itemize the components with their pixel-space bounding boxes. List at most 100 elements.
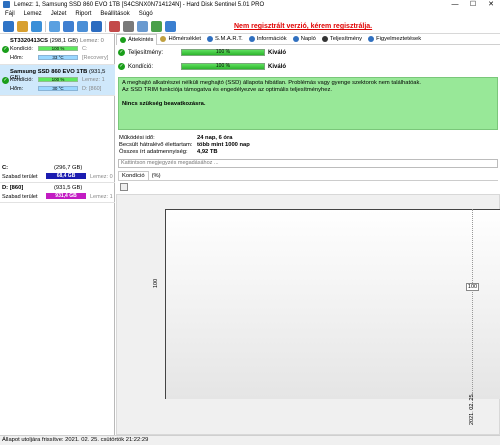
partition-label: D: [860] [82, 86, 102, 92]
free-space-bar: 931,4 GB [46, 193, 86, 199]
tab-bar: Áttekintés Hőmérséklet S.M.A.R.T. Inform… [116, 33, 500, 45]
disk-label: Lemez: 0 [80, 38, 104, 44]
stat-row: Összes írt adatmennyiség: 4,92 TB [119, 149, 419, 156]
stat-label: Működési idő: [119, 135, 155, 141]
tab-performance[interactable]: Teljesítmény [319, 34, 365, 45]
app-icon [3, 1, 10, 8]
menu-file[interactable]: Fájl [5, 11, 15, 17]
menu-help[interactable]: Súgó [139, 11, 153, 17]
meter-status: Kiváló [268, 50, 287, 56]
status-message-line: Az SSD TRIM funkciója támogatva és enged… [122, 87, 332, 93]
check-icon: ✓ [118, 63, 125, 70]
performance-meter: ✓ Teljesítmény: 100 % Kiváló [116, 47, 500, 59]
check-icon: ✓ [2, 46, 9, 53]
toolbar-divider [105, 20, 106, 32]
volume-name: C: [2, 165, 9, 171]
menu-disk[interactable]: Lemez [24, 11, 42, 17]
status-message-line: A meghajtó alkatrészei nélküli meghajtó … [122, 80, 422, 86]
details-panel: Áttekintés Hőmérséklet S.M.A.R.T. Inform… [116, 33, 500, 435]
volume-item[interactable]: D: [860] (931,5 GB) Szabad terület 931,4… [0, 183, 115, 203]
disk-size: (298,1 GB) [49, 38, 79, 44]
stat-label: Becsült hátralévő élettartam: [119, 142, 193, 148]
disk-list-panel: ST3320413CS (298,1 GB) Lemez: 0 ✓ Kondíc… [0, 34, 115, 435]
tab-label: S.M.A.R.T. [215, 36, 243, 42]
volume-size: (931,5 GB) [54, 185, 83, 191]
tools-icon[interactable] [123, 20, 134, 32]
disk-model: ST3320413CS [10, 38, 49, 44]
x-gridline [472, 209, 473, 409]
check-icon: ✓ [118, 49, 125, 56]
volume-name: D: [860] [2, 185, 24, 191]
stats: Működési idő: 24 nap, 6 óra Becsült hátra… [119, 135, 419, 156]
menu-report[interactable]: Riport [75, 11, 91, 17]
free-space-label: Szabad terület [2, 174, 38, 180]
alert-icon[interactable] [63, 20, 74, 32]
toolbar-divider [45, 20, 46, 32]
close-button[interactable]: ✕ [482, 0, 500, 9]
tab-temperature[interactable]: Hőmérséklet [157, 34, 204, 45]
x-axis-tick: 2021. 02. 25. [469, 392, 475, 425]
tab-label: Hőmérséklet [168, 36, 202, 42]
tab-log[interactable]: Napló [290, 34, 319, 45]
menu-settings[interactable]: Beállítások [100, 11, 129, 17]
menu-bar: Fájl Lemez Jelzet Riport Beállítások Súg… [0, 9, 500, 19]
tab-overview[interactable]: Áttekintés [116, 33, 158, 45]
volume-disk: Lemez: 1 [90, 194, 113, 200]
chart-unit: (%) [151, 172, 161, 179]
disk-item-selected[interactable]: Samsung SSD 860 EVO 1TB (931,5 GB) ✓ Kon… [0, 65, 115, 96]
stat-row: Becsült hátralévő élettartam: több mint 1… [119, 142, 419, 149]
meter-bar: 100 % [181, 63, 265, 70]
comment-input[interactable]: Kattintson megjegyzés megadásához ... [118, 159, 498, 168]
tab-label: Információk [256, 36, 287, 42]
tab-label: Áttekintés [128, 36, 154, 43]
volume-list: C: (296,7 GB) Szabad terület 68,4 GB Lem… [0, 163, 115, 203]
temp-bar: 30 °C [38, 86, 78, 91]
web-icon[interactable] [91, 20, 102, 32]
check-icon: ✓ [2, 77, 9, 84]
menu-view[interactable]: Jelzet [51, 11, 67, 17]
overview-icon [120, 36, 126, 43]
temperature-toolbar-icon[interactable] [109, 20, 120, 32]
meter-bar: 100 % [181, 49, 265, 56]
temperature-icon [160, 36, 167, 42]
meter-status: Kiváló [268, 64, 287, 70]
tab-label: Teljesítmény [329, 36, 363, 42]
smart-icon [207, 36, 214, 42]
tab-label: Napló [300, 36, 316, 42]
stat-label: Összes írt adatmennyiség: [119, 149, 188, 155]
disk-model: Samsung SSD 860 EVO 1TB [10, 69, 88, 75]
condition-label: Kondíció: [10, 46, 33, 52]
tab-info[interactable]: Információk [246, 34, 290, 45]
stat-row: Működési idő: 24 nap, 6 óra [119, 135, 419, 142]
partition-label: C: [82, 46, 88, 52]
stat-value: több mint 1000 nap [197, 142, 250, 148]
disk-item[interactable]: ST3320413CS (298,1 GB) Lemez: 0 ✓ Kondíc… [0, 34, 115, 65]
settings-icon[interactable] [49, 20, 60, 32]
tab-condition-chart[interactable]: Kondíció [118, 171, 149, 180]
refresh-icon[interactable] [3, 20, 14, 32]
save-chart-icon[interactable] [120, 183, 128, 191]
disk-icon[interactable] [137, 20, 148, 32]
maximize-button[interactable]: ☐ [464, 0, 482, 9]
action-message: Nincs szükség beavatkozásra. [122, 101, 206, 107]
minimize-button[interactable]: — [446, 0, 464, 9]
health-icon[interactable] [151, 20, 162, 32]
tab-label: Figyelmeztetések [376, 36, 422, 42]
condition-meter: ✓ Kondíció: 100 % Kiváló [116, 61, 500, 73]
help-icon[interactable] [165, 20, 176, 32]
partition-label: [Recovery] [82, 55, 109, 61]
backup-icon[interactable] [77, 20, 88, 32]
stat-value: 24 nap, 6 óra [197, 135, 233, 141]
tab-alerts[interactable]: Figyelmeztetések [365, 34, 424, 45]
test-icon[interactable] [31, 20, 42, 32]
report-icon[interactable] [17, 20, 28, 32]
window-title: Lemez: 1, Samsung SSD 860 EVO 1TB [S4CSN… [14, 1, 265, 8]
register-link[interactable]: Nem regisztrált verzió, kérem regisztrál… [234, 23, 372, 30]
tab-smart[interactable]: S.M.A.R.T. [204, 34, 246, 45]
temp-bar: 33 °C [38, 55, 78, 60]
chart-plot-area [165, 209, 500, 399]
volume-item[interactable]: C: (296,7 GB) Szabad terület 68,4 GB Lem… [0, 163, 115, 183]
condition-bar: 100 % [38, 77, 78, 82]
free-space-bar: 68,4 GB [46, 173, 86, 179]
meter-label: Teljesítmény: [128, 50, 164, 56]
